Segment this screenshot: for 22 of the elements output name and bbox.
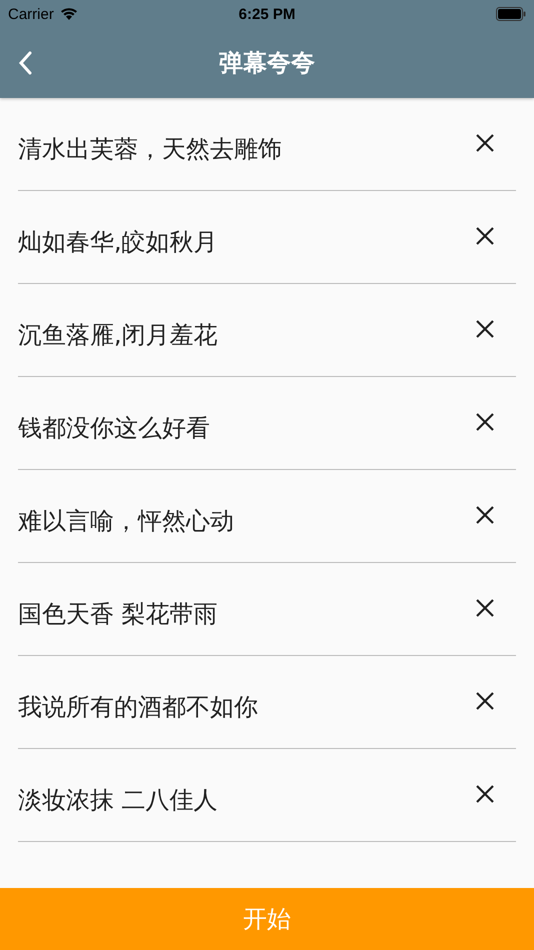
battery-icon [496,7,526,21]
phrase-text: 我说所有的酒都不如你 [18,692,258,723]
close-button[interactable] [474,690,496,712]
carrier-label: Carrier [8,6,54,22]
status-time: 6:25 PM [238,6,296,22]
close-button[interactable] [474,783,496,805]
close-button[interactable] [474,225,496,247]
close-button[interactable] [474,504,496,526]
close-button[interactable] [474,411,496,433]
phrase-text: 清水出芙蓉，天然去雕饰 [18,134,282,165]
page-title: 弹幕夸夸 [219,48,315,79]
phrase-text: 国色天香 梨花带雨 [18,599,218,630]
phrase-text: 淡妆浓抹 二八佳人 [18,785,218,816]
wifi-icon [60,7,78,21]
close-button[interactable] [474,597,496,619]
phrase-text: 钱都没你这么好看 [18,413,210,444]
close-button[interactable] [474,318,496,340]
close-button[interactable] [474,132,496,154]
phrase-text: 沉鱼落雁,闭月羞花 [18,320,218,351]
phrase-text: 难以言喻，怦然心动 [18,506,234,537]
start-button[interactable]: 开始 [0,888,534,950]
phrase-text: 灿如春华,皎如秋月 [18,227,218,258]
